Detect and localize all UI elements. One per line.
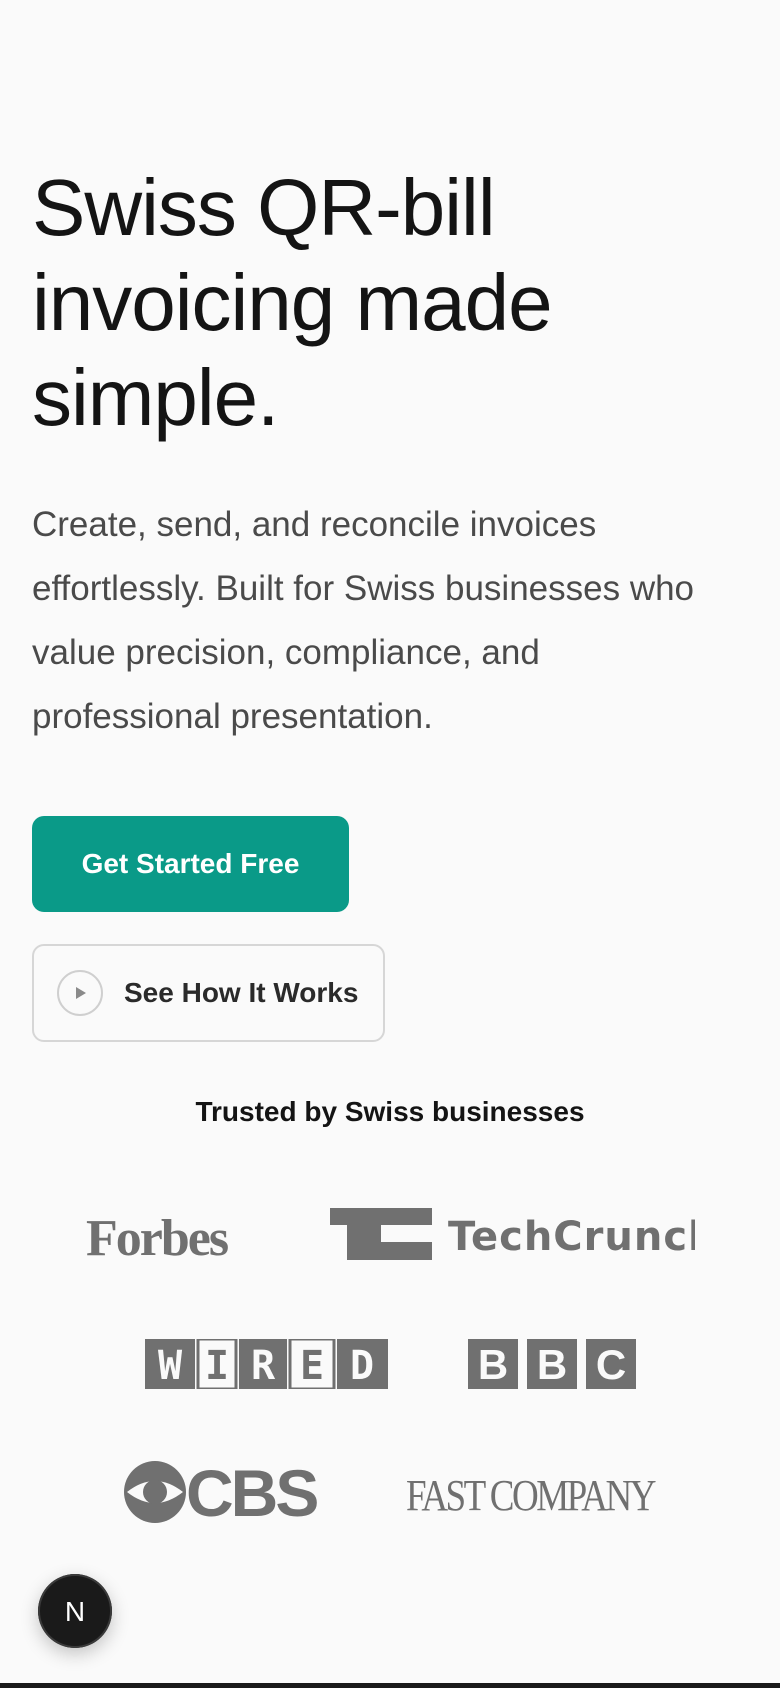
see-how-it-works-label: See How It Works [124,977,359,1008]
bbc-logo: B B C [468,1339,636,1389]
hero-section: Swiss QR-bill invoicing made simple. Cre… [32,160,748,749]
trusted-heading: Trusted by Swiss businesses [195,1096,585,1127]
hero-subtitle: Create, send, and reconcile invoices eff… [32,505,695,736]
svg-text:E: E [300,1343,324,1389]
see-how-it-works-button[interactable]: See How It Works [32,944,385,1042]
cbs-logo: CBS [124,1460,320,1524]
svg-text:FAST COMPANY: FAST COMPANY [406,1471,656,1518]
fastcompany-logo: FAST COMPANY [406,1471,656,1518]
get-started-button[interactable]: Get Started Free [32,816,349,912]
techcrunch-logo: TechCrunch [330,1208,695,1260]
svg-text:C: C [596,1341,626,1388]
nextjs-dev-indicator-button[interactable]: N [38,1574,112,1648]
svg-text:R: R [251,1343,276,1389]
hero-title: Swiss QR-bill invoicing made simple. [32,163,553,442]
wired-logo: W I R E D [145,1339,388,1389]
nextjs-icon: N [65,1596,85,1627]
bottom-edge-bar [0,1683,780,1688]
svg-text:B: B [537,1341,567,1388]
techcrunch-mark-icon [330,1208,432,1260]
svg-text:I: I [205,1343,229,1389]
svg-text:CBS: CBS [186,1460,317,1524]
forbes-logo-text: Forbes [86,1210,228,1265]
get-started-label: Get Started Free [81,848,300,879]
play-icon [57,970,103,1016]
svg-text:B: B [478,1341,508,1388]
nextjs-icon-letter: N [65,1596,85,1627]
cbs-eye-icon [124,1461,186,1523]
forbes-logo: Forbes [86,1210,230,1265]
svg-text:D: D [350,1343,374,1389]
svg-text:W: W [158,1343,183,1389]
techcrunch-logo-text: TechCrunch [448,1214,695,1260]
